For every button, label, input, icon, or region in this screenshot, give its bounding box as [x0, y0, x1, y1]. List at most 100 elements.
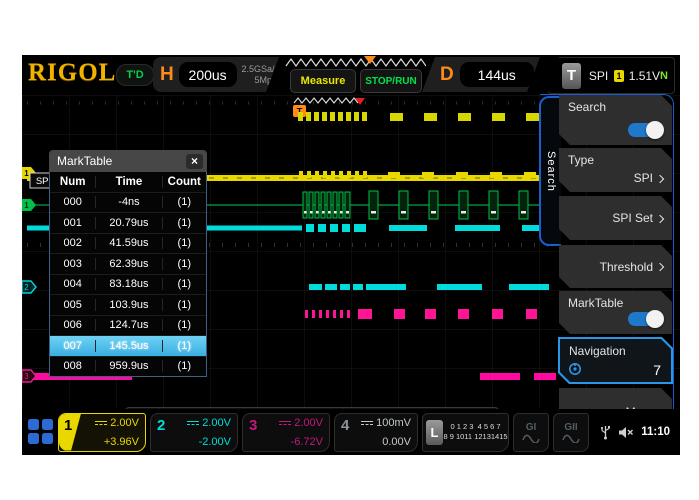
col-time: Time: [96, 176, 162, 188]
menu-item-marktable[interactable]: MarkTable: [559, 291, 672, 334]
channel-4-offset: 0.00V: [382, 436, 411, 448]
table-row[interactable]: 00483.18us(1): [50, 274, 206, 295]
rigol-logo: RIGOL: [28, 59, 116, 87]
channel-2-number: 2: [157, 417, 165, 434]
horizontal-icon: H: [160, 64, 174, 86]
decode-bus-flag[interactable]: 1: [22, 199, 36, 211]
channel-4-number: 4: [341, 417, 349, 434]
table-row[interactable]: 000-4ns(1): [50, 192, 206, 213]
channel-1-number: 1: [64, 417, 72, 434]
menu-item-navigation[interactable]: Navigation 7: [558, 337, 673, 384]
stop-run-button[interactable]: STOP/RUN: [360, 69, 422, 93]
logic-channels-box[interactable]: L 0 1 2 3 4 5 6 78 9 1011 12131415: [422, 413, 509, 452]
menu-item-spi-set[interactable]: SPI Set: [559, 196, 672, 240]
dc-coupling-icon: [361, 421, 373, 425]
channel-3-offset: -6.72V: [291, 436, 323, 448]
acquisition-info: 2.5GSa/s 5Mpts: [241, 64, 280, 86]
marktable-titlebar[interactable]: MarkTable ×: [49, 150, 207, 172]
clock: 11:10: [641, 426, 670, 438]
trigger-panel[interactable]: T SPI 1 1.51V N: [547, 57, 675, 94]
gen1-label: GI: [526, 422, 537, 433]
toggle-knob-icon: [646, 121, 664, 139]
navigation-value: 7: [653, 362, 661, 378]
mute-speaker-icon: [618, 426, 634, 439]
type-value: SPI: [634, 171, 663, 185]
col-num: Num: [50, 176, 96, 188]
channel-3-scale: 2.00V: [279, 417, 323, 429]
marktable-grid: Num Time Count 000-4ns(1) 00120.79us(1) …: [49, 172, 207, 377]
threshold-value: Threshold: [600, 260, 663, 274]
header-bar: RIGOL T'D H 200us 2.5GSa/s 5Mpts Measure…: [22, 55, 680, 95]
trigger-type: SPI: [589, 69, 608, 83]
marktable-title: MarkTable: [57, 154, 112, 168]
toggle-knob-icon: [646, 310, 664, 328]
delay-icon: D: [440, 64, 454, 86]
navigation-panel: Navigation 7: [560, 339, 671, 382]
menu-item-threshold[interactable]: Threshold: [559, 245, 672, 288]
chevron-right-icon: [656, 175, 664, 183]
trigger-source-badge: 1: [614, 70, 623, 82]
dc-coupling-icon: [95, 421, 107, 425]
close-icon[interactable]: ×: [186, 154, 203, 169]
dc-coupling-icon: [279, 421, 291, 425]
horizontal-panel[interactable]: H 200us 2.5GSa/s 5Mpts: [153, 57, 279, 92]
channel-1-box[interactable]: 1 2.00V +3.96V: [58, 413, 146, 452]
oscilloscope-screen: RIGOL T'D H 200us 2.5GSa/s 5Mpts Measure…: [22, 55, 680, 455]
delay-value[interactable]: 144us: [460, 62, 534, 87]
svg-text:1: 1: [24, 201, 29, 210]
trigger-slope: N: [660, 70, 668, 82]
generator-1-box[interactable]: GI: [513, 413, 549, 452]
marktable-toggle[interactable]: [628, 312, 662, 326]
channel-2-box[interactable]: 2 2.00V -2.00V: [150, 413, 238, 452]
search-toggle[interactable]: [628, 123, 662, 137]
ch2-position-flag[interactable]: 2: [22, 281, 36, 293]
channel-4-scale: 100mV: [361, 417, 411, 429]
search-region-indicator: [294, 98, 365, 105]
usb-icon: [600, 425, 611, 440]
channel-2-scale: 2.00V: [187, 417, 231, 429]
table-row-selected[interactable]: 007145.5us(1): [50, 335, 206, 356]
table-row[interactable]: 00241.59us(1): [50, 233, 206, 254]
knob-icon: [568, 362, 582, 376]
menu-item-search[interactable]: Search: [559, 95, 672, 145]
svg-text:3: 3: [24, 372, 29, 381]
trigger-status-badge: T'D: [116, 64, 154, 86]
table-row[interactable]: 00362.39us(1): [50, 253, 206, 274]
svg-text:2: 2: [24, 283, 29, 292]
table-row[interactable]: 00120.79us(1): [50, 212, 206, 233]
chevron-right-icon: [656, 263, 664, 271]
channel-4-box[interactable]: 4 100mV 0.00V: [334, 413, 418, 452]
table-row[interactable]: 008959.9us(1): [50, 356, 206, 377]
spi-set-value: SPI Set: [612, 211, 663, 225]
ch3-position-flag[interactable]: 3: [22, 370, 36, 382]
channel-1-scale: 2.00V: [95, 417, 139, 429]
logic-label: L: [426, 420, 443, 445]
horizontal-position-indicator: [284, 56, 426, 69]
logic-digits: 0 1 2 3 4 5 6 78 9 1011 12131415: [443, 422, 508, 442]
generator-2-box[interactable]: GII: [553, 413, 589, 452]
measure-button[interactable]: Measure: [290, 69, 356, 93]
sample-rate: 2.5GSa/s: [241, 64, 279, 74]
navigation-label: Navigation: [569, 344, 626, 358]
dc-coupling-icon: [187, 421, 199, 425]
ch2-search-row: [309, 284, 549, 290]
channel-3-box[interactable]: 3 2.00V -6.72V: [242, 413, 330, 452]
trigger-level: 1.51V: [629, 69, 660, 83]
table-row[interactable]: 006124.7us(1): [50, 315, 206, 336]
channel-2-offset: -2.00V: [199, 436, 231, 448]
search-label: Search: [568, 100, 606, 114]
chevron-right-icon: [656, 215, 664, 223]
sidebar-tab-label: Search: [545, 151, 557, 192]
menu-item-type[interactable]: Type SPI: [559, 148, 672, 192]
table-row[interactable]: 005103.9us(1): [50, 294, 206, 315]
menu-grid-icon[interactable]: [28, 419, 54, 445]
channel-3-number: 3: [249, 417, 257, 434]
ch3-mark-row: [305, 309, 537, 319]
delay-panel[interactable]: D 144us: [422, 57, 540, 92]
sidebar-tab-search[interactable]: Search: [539, 96, 561, 246]
timebase-value[interactable]: 200us: [179, 62, 237, 87]
channel-1-offset: +3.96V: [104, 436, 139, 448]
marktable-window[interactable]: MarkTable × Num Time Count 000-4ns(1) 00…: [49, 150, 207, 377]
screenshot-root: RIGOL T'D H 200us 2.5GSa/s 5Mpts Measure…: [0, 0, 699, 500]
col-count: Count: [163, 176, 206, 188]
